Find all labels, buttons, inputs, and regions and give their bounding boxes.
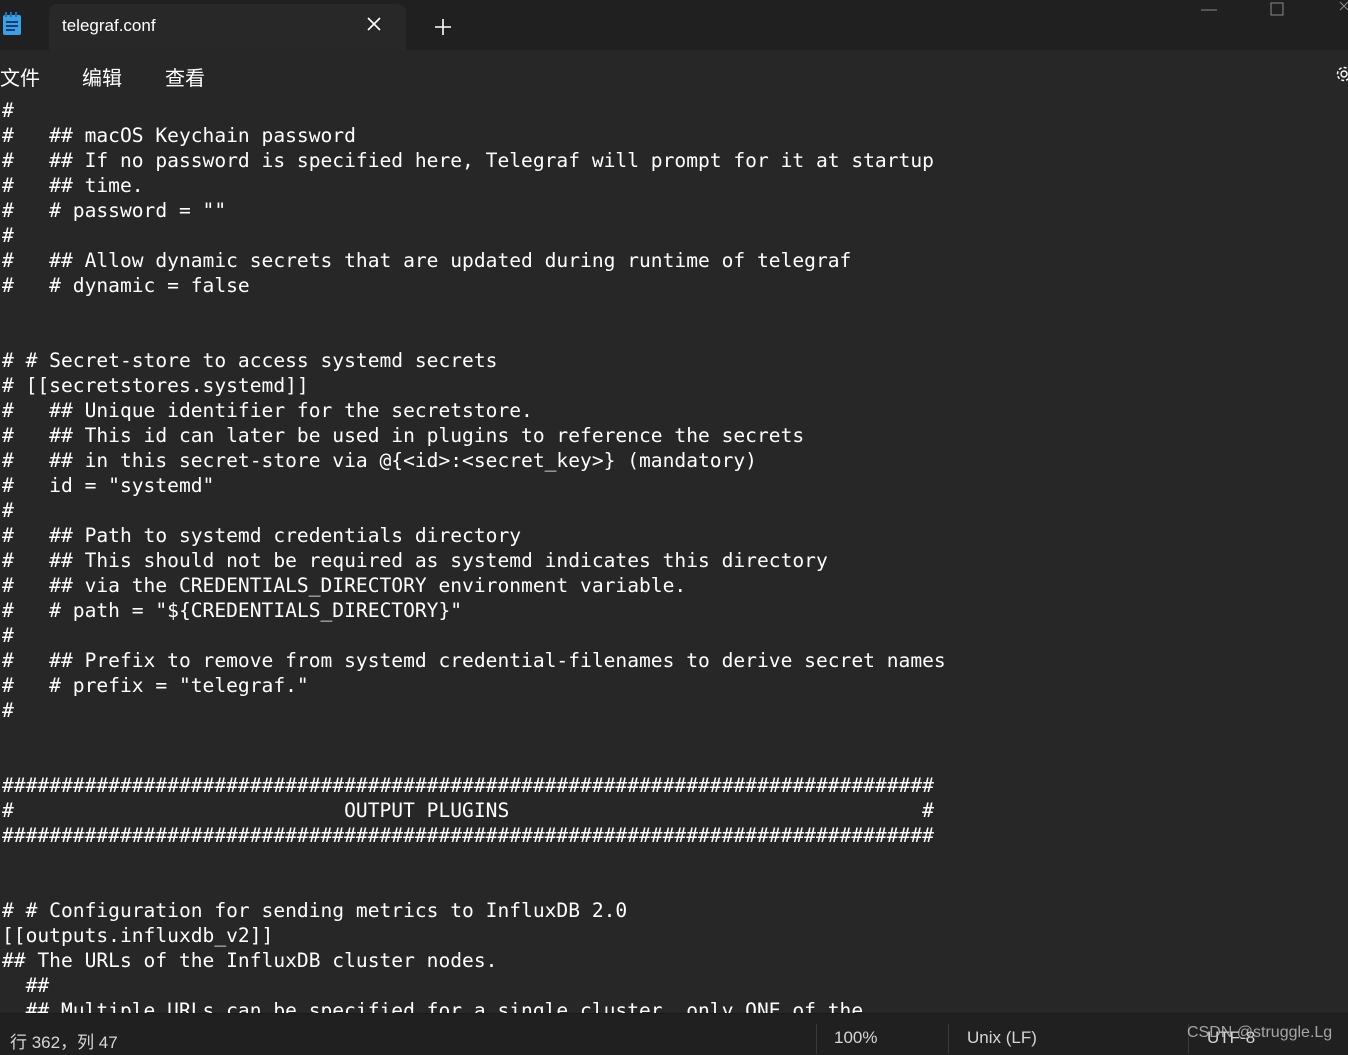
code-line: # # dynamic = false — [2, 273, 946, 298]
code-line: # — [2, 498, 946, 523]
code-line: # # prefix = "telegraf." — [2, 673, 946, 698]
code-line: # — [2, 698, 946, 723]
status-divider — [948, 1024, 949, 1054]
plus-icon[interactable] — [431, 15, 455, 39]
code-line: # # Configuration for sending metrics to… — [2, 898, 946, 923]
tab-title: telegraf.conf — [62, 16, 156, 36]
minimize-icon[interactable] — [1186, 0, 1232, 30]
code-line: # ## This should not be required as syst… — [2, 548, 946, 573]
notepad-icon — [2, 12, 22, 36]
tab-telegraf-conf[interactable]: telegraf.conf — [49, 4, 406, 50]
code-line: # id = "systemd" — [2, 473, 946, 498]
code-line: ## Multiple URLs can be specified for a … — [2, 998, 946, 1013]
code-line: [[outputs.influxdb_v2]] — [2, 923, 946, 948]
code-line: # — [2, 98, 946, 123]
code-line: # # path = "${CREDENTIALS_DIRECTORY}" — [2, 598, 946, 623]
code-line — [2, 323, 946, 348]
menu-view[interactable]: 查看 — [165, 62, 205, 91]
maximize-icon[interactable] — [1254, 0, 1300, 30]
code-line: # ## This id can later be used in plugin… — [2, 423, 946, 448]
window-close-icon[interactable] — [1320, 0, 1348, 30]
code-line: # ## time. — [2, 173, 946, 198]
code-line: # # Secret-store to access systemd secre… — [2, 348, 946, 373]
code-line: ########################################… — [2, 773, 946, 798]
menu-bar: 文件 编辑 查看 — [0, 50, 1348, 98]
zoom-level[interactable]: 100% — [834, 1028, 877, 1048]
code-line: # — [2, 623, 946, 648]
code-line: # # password = "" — [2, 198, 946, 223]
code-line: # ## Prefix to remove from systemd crede… — [2, 648, 946, 673]
code-line — [2, 748, 946, 773]
watermark: CSDN @struggle.Lg — [1187, 1024, 1332, 1042]
code-line: ########################################… — [2, 823, 946, 848]
code-line: # ## Allow dynamic secrets that are upda… — [2, 248, 946, 273]
close-icon[interactable] — [365, 15, 383, 33]
status-divider — [816, 1024, 817, 1054]
code-line — [2, 848, 946, 873]
code-line: # ## Unique identifier for the secretsto… — [2, 398, 946, 423]
title-bar: telegraf.conf — [0, 0, 1348, 50]
code-line: # OUTPUT PLUGINS # — [2, 798, 946, 823]
text-editor[interactable]: ## ## macOS Keychain password# ## If no … — [0, 98, 1348, 1013]
code-line: # ## If no password is specified here, T… — [2, 148, 946, 173]
menu-file[interactable]: 文件 — [0, 62, 40, 91]
status-bar: 行 362，列 47 100% Unix (LF) UTF-8 — [0, 1013, 1348, 1055]
code-line: # ## Path to systemd credentials directo… — [2, 523, 946, 548]
code-line: # ## via the CREDENTIALS_DIRECTORY envir… — [2, 573, 946, 598]
code-line — [2, 298, 946, 323]
editor-content[interactable]: ## ## macOS Keychain password# ## If no … — [2, 98, 946, 1013]
code-line — [2, 873, 946, 898]
code-line: # ## macOS Keychain password — [2, 123, 946, 148]
cursor-position: 行 362，列 47 — [10, 1028, 118, 1053]
line-ending[interactable]: Unix (LF) — [967, 1028, 1037, 1048]
menu-edit[interactable]: 编辑 — [82, 62, 122, 91]
code-line: ## The URLs of the InfluxDB cluster node… — [2, 948, 946, 973]
gear-icon[interactable] — [1334, 64, 1348, 84]
code-line: # [[secretstores.systemd]] — [2, 373, 946, 398]
code-line: # ## in this secret-store via @{<id>:<se… — [2, 448, 946, 473]
code-line: ## — [2, 973, 946, 998]
code-line: # — [2, 223, 946, 248]
code-line — [2, 723, 946, 748]
